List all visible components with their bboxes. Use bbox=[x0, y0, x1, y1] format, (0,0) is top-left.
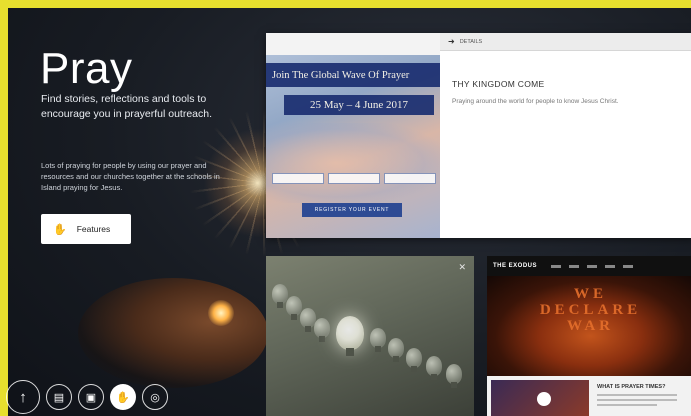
bulb bbox=[426, 356, 442, 380]
bulb bbox=[272, 284, 288, 308]
hand-icon[interactable]: ✋ bbox=[110, 384, 136, 410]
site-header bbox=[266, 33, 440, 55]
site-nav: THE EXODUS bbox=[487, 256, 691, 276]
nav-link[interactable] bbox=[623, 264, 634, 268]
info-heading: WHAT IS PRAYER TIMES? bbox=[597, 384, 666, 390]
bottom-icon-bar: ↑ ▤ ▣ ✋ ◎ bbox=[6, 380, 168, 414]
nav-link[interactable] bbox=[587, 264, 598, 268]
field-email[interactable] bbox=[328, 173, 380, 184]
thy-kingdom-come-card[interactable]: Join The Global Wave Of Prayer 25 May – … bbox=[266, 33, 691, 238]
declare-war-card[interactable]: THE EXODUS WE DECLARE WAR WHAT IS PRAYER… bbox=[487, 256, 691, 416]
compass-icon[interactable]: ◎ bbox=[142, 384, 168, 410]
bulb bbox=[370, 328, 386, 352]
headline-line: WAR bbox=[566, 318, 614, 334]
close-icon[interactable]: ✕ bbox=[458, 262, 466, 273]
field-name[interactable] bbox=[272, 173, 324, 184]
field-location[interactable] bbox=[384, 173, 436, 184]
detail-description: Praying around the world for people to k… bbox=[452, 98, 619, 105]
nav-link[interactable] bbox=[551, 264, 562, 268]
features-button-label: Features bbox=[76, 224, 111, 234]
chat-icon[interactable]: ▣ bbox=[78, 384, 104, 410]
war-headline: WE DECLARE WAR bbox=[487, 286, 691, 334]
people-photo bbox=[266, 123, 440, 203]
play-icon[interactable] bbox=[537, 392, 551, 406]
site-logo[interactable]: THE EXODUS bbox=[493, 263, 537, 269]
detail-heading: THY KINGDOM COME bbox=[452, 79, 545, 89]
bulb bbox=[286, 296, 302, 320]
event-hero-image: Join The Global Wave Of Prayer 25 May – … bbox=[266, 33, 440, 238]
text-line bbox=[597, 404, 657, 406]
body-text: Lots of praying for people by using our … bbox=[41, 161, 220, 192]
book-icon[interactable]: ▤ bbox=[46, 384, 72, 410]
text-line bbox=[597, 399, 677, 401]
features-button[interactable]: ✋ Features bbox=[41, 214, 131, 244]
intro-text: Find stories, reflections and tools to e… bbox=[41, 93, 213, 120]
light-bulbs-card[interactable]: ✕ bbox=[266, 256, 474, 416]
hand-icon: ✋ bbox=[53, 223, 67, 236]
lit-bulb bbox=[336, 316, 364, 356]
headline-line: WE bbox=[573, 286, 607, 302]
detail-tabbar: ➜ DETAILS bbox=[440, 33, 691, 51]
bulb bbox=[406, 348, 422, 372]
page-title: Pray bbox=[40, 44, 133, 93]
headline-line: DECLARE bbox=[539, 302, 642, 318]
detail-tab-label[interactable]: DETAILS bbox=[460, 39, 483, 45]
nav-links bbox=[551, 264, 634, 268]
nav-link[interactable] bbox=[569, 264, 580, 268]
text-line bbox=[597, 394, 677, 396]
back-arrow-icon[interactable]: ➜ bbox=[448, 37, 455, 46]
event-banner: Join The Global Wave Of Prayer bbox=[266, 63, 440, 87]
event-dates: 25 May – 4 June 2017 bbox=[284, 95, 434, 115]
registration-fields bbox=[272, 173, 436, 184]
up-arrow-icon[interactable]: ↑ bbox=[6, 380, 40, 414]
register-event-button[interactable]: REGISTER YOUR EVENT bbox=[302, 203, 402, 217]
hand-image bbox=[78, 278, 268, 388]
nav-link[interactable] bbox=[605, 264, 616, 268]
detail-panel: ➜ DETAILS THY KINGDOM COME Praying aroun… bbox=[440, 33, 691, 238]
bulb bbox=[388, 338, 404, 362]
bulb bbox=[446, 364, 462, 388]
bulb bbox=[314, 318, 330, 342]
flame-image bbox=[208, 300, 234, 326]
